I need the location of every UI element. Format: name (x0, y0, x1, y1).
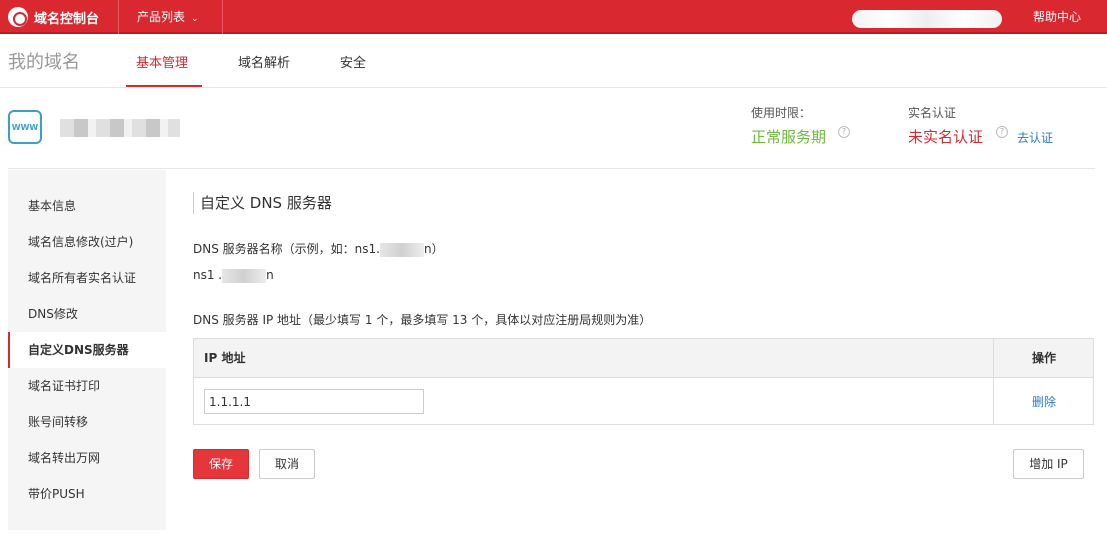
column-divider (993, 339, 994, 424)
tab-dns-resolution[interactable]: 域名解析 (238, 52, 290, 71)
dns-name-value-prefix: ns1 . (193, 268, 223, 282)
sidebar-item-dns-modify[interactable]: DNS修改 (8, 296, 166, 332)
sidebar: 基本信息 域名信息修改(过户) 域名所有者实名认证 DNS修改 自定义DNS服务… (8, 170, 166, 530)
column-header-action: 操作 (1032, 351, 1057, 365)
divider (222, 0, 223, 34)
dns-name-label-suffix: n） (423, 242, 444, 256)
sidebar-item-basic-info[interactable]: 基本信息 (8, 188, 166, 224)
console-brand[interactable]: 域名控制台 (0, 0, 112, 34)
divider (8, 168, 1095, 169)
my-domain-link[interactable]: 我的域名 (8, 48, 80, 74)
dns-name-value: ns1 . n (193, 268, 274, 283)
add-ip-button[interactable]: 增加 IP (1013, 449, 1084, 479)
dns-name-label: DNS 服务器名称（示例，如：ns1. n） (193, 240, 444, 257)
redacted-domain-name (60, 119, 180, 137)
active-tab-indicator (126, 85, 202, 87)
help-center-link[interactable]: 帮助中心 (1033, 0, 1081, 34)
www-globe-icon: WWW (8, 110, 42, 144)
sidebar-item-owner-auth[interactable]: 域名所有者实名认证 (8, 260, 166, 296)
brand-title: 域名控制台 (34, 11, 100, 27)
sidebar-item-account-transfer[interactable]: 账号间转移 (8, 404, 166, 440)
sidebar-item-price-push[interactable]: 带价PUSH (8, 476, 166, 512)
domain-tabs: 我的域名 基本管理 域名解析 安全 (0, 34, 1107, 88)
dns-name-label-prefix: DNS 服务器名称（示例，如：ns1. (193, 242, 380, 256)
help-question-icon[interactable]: ? (838, 126, 850, 138)
save-button[interactable]: 保存 (193, 449, 249, 479)
ip-table: IP 地址 操作 删除 (193, 338, 1094, 425)
dns-ip-label: DNS 服务器 IP 地址（最少填写 1 个，最多填写 13 个，具体以对应注册… (193, 313, 652, 327)
sidebar-item-certificate[interactable]: 域名证书打印 (8, 368, 166, 404)
cancel-button[interactable]: 取消 (259, 449, 315, 479)
tab-basic-management[interactable]: 基本管理 (136, 52, 188, 71)
usage-period-label: 使用时限： (751, 106, 812, 120)
go-authenticate-link[interactable]: 去认证 (1017, 129, 1053, 146)
top-bar: 域名控制台 产品列表 ⌄ 帮助中心 (0, 0, 1107, 34)
divider (118, 0, 119, 34)
service-status: 正常服务期 (751, 128, 827, 146)
products-menu[interactable]: 产品列表 ⌄ (137, 0, 199, 34)
real-name-auth-label: 实名认证 (908, 106, 957, 120)
ip-address-input[interactable] (204, 389, 424, 414)
real-name-status: 未实名认证 (908, 128, 984, 146)
help-question-icon[interactable]: ? (996, 126, 1008, 138)
sidebar-item-info-transfer[interactable]: 域名信息修改(过户) (8, 224, 166, 260)
delete-ip-link[interactable]: 删除 (1032, 393, 1056, 410)
dns-name-value-suffix: n (266, 268, 274, 282)
products-menu-label: 产品列表 (137, 10, 186, 24)
redacted-text (222, 268, 267, 283)
redacted-user-area[interactable] (852, 10, 1002, 28)
sidebar-item-transfer-out[interactable]: 域名转出万网 (8, 440, 166, 476)
column-header-ip: IP 地址 (204, 351, 246, 365)
section-title: 自定义 DNS 服务器 (193, 192, 332, 214)
chevron-down-icon: ⌄ (191, 14, 199, 24)
sidebar-item-custom-dns[interactable]: 自定义DNS服务器 (8, 332, 166, 368)
tab-security[interactable]: 安全 (340, 52, 366, 71)
table-header: IP 地址 操作 (194, 339, 1093, 378)
brand-logo-icon (8, 7, 28, 27)
redacted-text (379, 242, 424, 257)
